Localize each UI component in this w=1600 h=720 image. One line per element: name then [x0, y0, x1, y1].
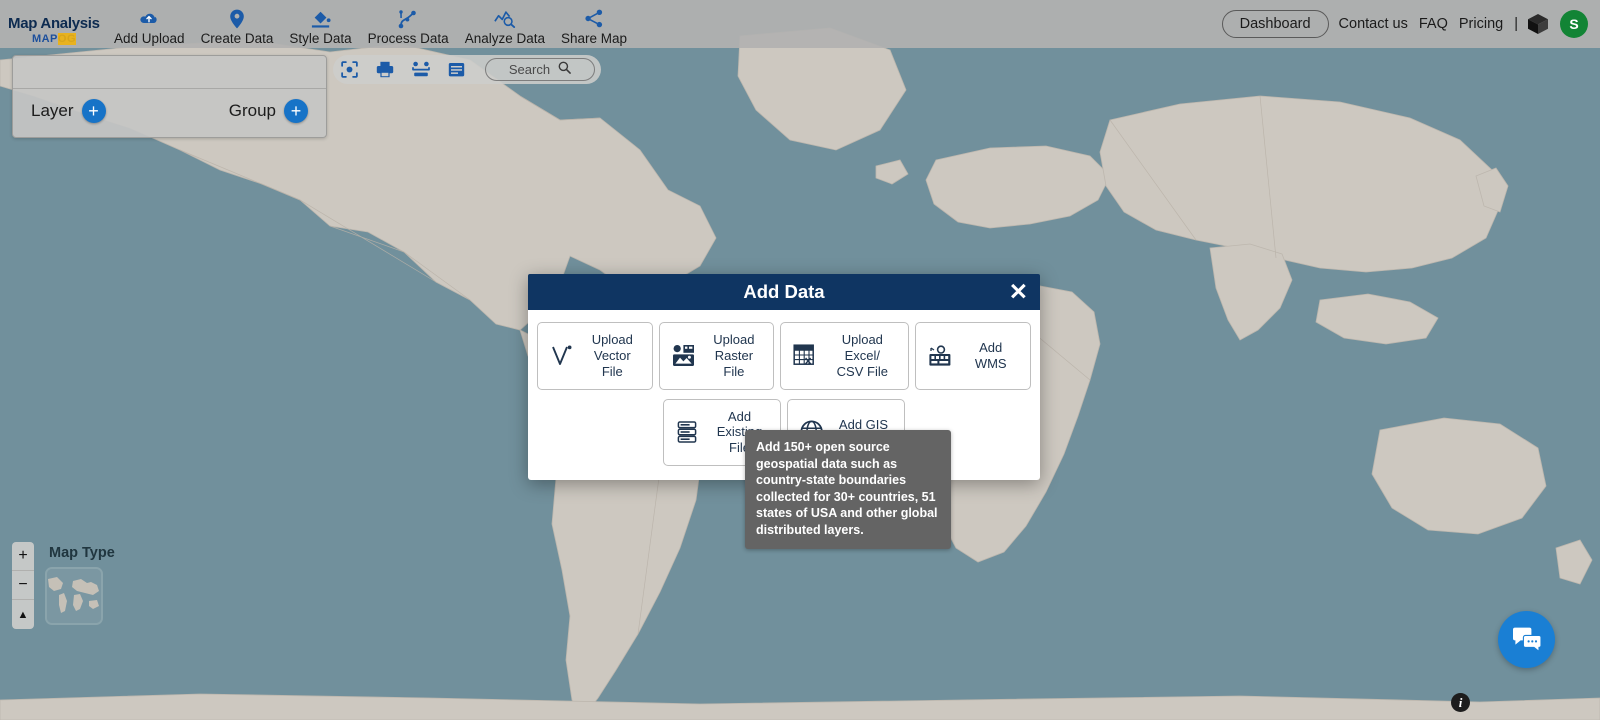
map-type-thumbnail[interactable]	[45, 567, 103, 625]
option-label: Add WMS	[974, 339, 1007, 371]
layer-label: Layer	[31, 101, 74, 120]
add-group-control[interactable]: Group +	[229, 99, 308, 123]
database-stack-icon	[675, 420, 701, 444]
map-type-control: Map Type	[45, 545, 115, 625]
zoom-to-extent-icon[interactable]	[341, 61, 358, 78]
search-placeholder: Search	[508, 62, 551, 77]
nav-label: Share Map	[560, 30, 628, 46]
brand-sub-secondary: OG	[57, 33, 77, 45]
header-separator: |	[1514, 16, 1518, 32]
option-label: Upload Vector File	[591, 332, 633, 379]
nav-label: Process Data	[367, 30, 449, 46]
option-label: Upload Excel/ CSV File	[836, 332, 888, 379]
layer-panel-body: Layer + Group +	[13, 89, 326, 137]
raster-image-icon	[671, 344, 697, 367]
dialog-header: Add Data ✕	[528, 274, 1040, 310]
dialog-title: Add Data	[743, 281, 825, 302]
add-layer-button[interactable]: +	[81, 99, 106, 123]
cube-3d-icon[interactable]	[1526, 12, 1550, 36]
option-label: Upload Raster File	[713, 332, 755, 379]
brand-logo[interactable]: Map Analysis MAPOG	[0, 16, 100, 48]
brand-title: Map Analysis	[8, 15, 100, 32]
zoom-controls: + − ▲	[12, 542, 34, 629]
nav-item-share-map[interactable]: Share Map	[553, 9, 635, 46]
chat-glyph	[1512, 627, 1542, 653]
upload-vector-file-button[interactable]: Upload Vector File	[537, 322, 653, 390]
map-type-label: Map Type	[49, 545, 115, 561]
search-icon[interactable]	[558, 61, 571, 79]
process-nodes-icon	[398, 9, 418, 29]
zoom-out-button[interactable]: −	[12, 571, 34, 600]
nav-item-add-upload[interactable]: Add Upload	[106, 9, 193, 46]
dialog-options-row-1: Upload Vector File Upload Raster File Up…	[537, 322, 1032, 390]
nav-label: Style Data	[289, 30, 352, 46]
nav-item-process-data[interactable]: Process Data	[360, 9, 457, 46]
paint-bucket-icon	[310, 9, 332, 29]
cloud-upload-icon	[139, 9, 159, 29]
vector-file-icon	[549, 344, 575, 368]
nav-item-style-data[interactable]: Style Data	[281, 9, 359, 46]
legend-icon[interactable]	[448, 62, 465, 78]
nav-label: Add Upload	[114, 30, 185, 46]
app-header: Map Analysis MAPOG Add Upload Create Dat…	[0, 0, 1600, 48]
chat-bubbles-icon[interactable]	[1498, 611, 1555, 668]
upload-raster-file-button[interactable]: Upload Raster File	[658, 322, 775, 390]
search-input[interactable]: Search	[485, 58, 595, 81]
nav-label: Analyze Data	[464, 30, 545, 46]
close-icon[interactable]: ✕	[1009, 280, 1028, 304]
add-wms-button[interactable]: Add WMS	[915, 322, 1032, 390]
link-faq[interactable]: FAQ	[1419, 16, 1448, 32]
measure-distance-icon[interactable]	[412, 61, 430, 78]
header-nav: Add Upload Create Data Style Data Proces…	[106, 9, 635, 49]
map-toolbar: Search	[333, 55, 601, 84]
print-icon[interactable]	[376, 61, 394, 78]
link-pricing[interactable]: Pricing	[1459, 16, 1503, 32]
nav-label: Create Data	[200, 30, 274, 46]
wms-server-icon	[927, 345, 953, 367]
nav-item-analyze-data[interactable]: Analyze Data	[457, 9, 553, 46]
map-thumbnail-graphic	[47, 569, 101, 623]
brand-subtitle: MAPOG	[8, 33, 100, 45]
info-icon[interactable]: i	[1451, 693, 1470, 712]
layer-panel: Layer + Group +	[12, 55, 327, 138]
app-root: Map Analysis MAPOG Add Upload Create Dat…	[0, 0, 1600, 720]
brand-sub-primary: MAP	[31, 33, 58, 45]
dashboard-button[interactable]: Dashboard	[1221, 10, 1329, 38]
layer-panel-toolbar[interactable]	[13, 56, 326, 89]
add-group-button[interactable]: +	[284, 99, 308, 123]
reset-bearing-button[interactable]: ▲	[12, 600, 34, 629]
header-right-group: Dashboard Contact us FAQ Pricing | S	[1221, 10, 1600, 48]
add-layer-control[interactable]: Layer +	[31, 99, 106, 123]
map-pin-icon	[229, 9, 245, 29]
zoom-in-button[interactable]: +	[12, 542, 34, 571]
share-icon	[584, 9, 604, 29]
nav-item-create-data[interactable]: Create Data	[193, 9, 282, 46]
analyze-chart-icon	[494, 9, 516, 29]
gis-data-tooltip: Add 150+ open source geospatial data suc…	[745, 430, 951, 549]
link-contact-us[interactable]: Contact us	[1339, 16, 1408, 32]
upload-excel-csv-button[interactable]: Upload Excel/ CSV File	[780, 322, 910, 390]
group-label: Group	[228, 101, 276, 120]
user-avatar[interactable]: S	[1560, 10, 1588, 38]
spreadsheet-icon	[792, 344, 818, 368]
